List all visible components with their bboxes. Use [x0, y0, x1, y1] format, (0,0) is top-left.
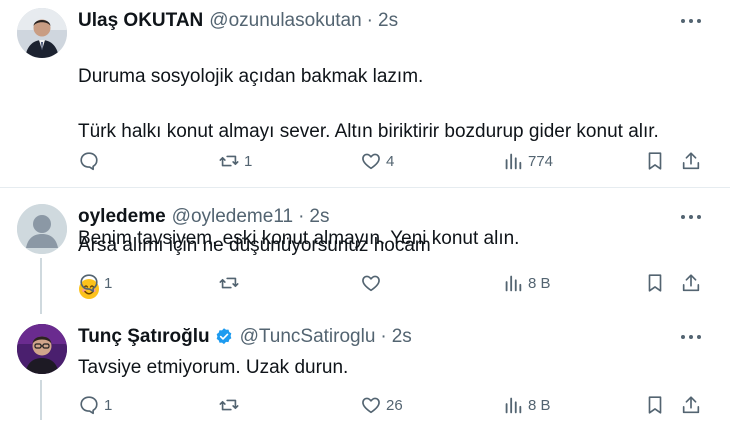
reply-button[interactable]: 1 — [78, 394, 112, 416]
author-name[interactable]: Ulaş OKUTAN — [78, 10, 203, 32]
reply-count: 1 — [104, 396, 113, 414]
views-bar-chart-icon — [505, 275, 522, 292]
retweet-count: 1 — [244, 152, 253, 170]
heart-icon — [362, 397, 380, 414]
views-bar-chart-icon — [505, 397, 522, 414]
tweet-header: oyledeme @oyledeme11 · 2s — [78, 206, 329, 228]
separator-dot: · — [366, 10, 373, 31]
retweet-icon — [219, 155, 239, 167]
bookmark-icon — [648, 274, 662, 292]
more-horizontal-icon[interactable] — [680, 214, 702, 220]
like-button[interactable] — [360, 272, 386, 294]
views-count: 8 B — [528, 396, 551, 414]
author-handle[interactable]: @ozunulasokutan — [209, 10, 361, 32]
author-name[interactable]: Tunç Şatıroğlu — [78, 326, 210, 348]
tweet-header: Ulaş OKUTAN @ozunulasokutan · 2s — [78, 10, 398, 32]
like-button[interactable]: 26 — [360, 394, 403, 416]
heart-icon — [362, 153, 380, 170]
like-count: 26 — [386, 396, 403, 414]
tweet-text: Arsa alımı için ne düşünüyorsunuz hocam — [78, 235, 431, 256]
share-button[interactable] — [680, 272, 702, 294]
like-button[interactable]: 4 — [360, 150, 394, 172]
like-count: 4 — [386, 152, 395, 170]
retweet-button[interactable] — [218, 394, 244, 416]
bookmark-button[interactable] — [644, 272, 666, 294]
share-upload-icon — [682, 396, 700, 414]
more-horizontal-icon[interactable] — [680, 334, 702, 340]
share-upload-icon — [682, 152, 700, 170]
retweet-icon — [219, 277, 239, 289]
share-button[interactable] — [680, 150, 702, 172]
views-button[interactable]: 8 B — [502, 272, 551, 294]
tweet-tunc-satiroglu[interactable]: Tunç Şatıroğlu @TuncSatiroglu · 2s Tavsi… — [0, 312, 730, 420]
tweet-line: Duruma sosyolojik açıdan bakmak lazım. — [78, 66, 424, 87]
tweet-header: Tunç Şatıroğlu @TuncSatiroglu · 2s — [78, 326, 412, 348]
tweet-ulas-okutan[interactable]: Ulaş OKUTAN @ozunulasokutan · 2s Duruma … — [0, 0, 730, 299]
tweet-line: Türk halkı konut almayı sever. Altın bir… — [78, 121, 659, 142]
avatar[interactable] — [17, 324, 67, 374]
tweet-actions: 1 8 B — [0, 272, 730, 300]
bookmark-icon — [648, 152, 662, 170]
reply-bubble-icon — [80, 152, 98, 171]
views-bar-chart-icon — [505, 153, 522, 170]
avatar[interactable] — [17, 8, 67, 58]
heart-icon — [362, 275, 380, 292]
views-count: 8 B — [528, 274, 551, 292]
verified-badge-icon — [214, 327, 234, 347]
tweet-oyledeme[interactable]: oyledeme @oyledeme11 · 2s Arsa alımı içi… — [0, 188, 730, 314]
tweet-actions: 1 4 774 — [0, 150, 730, 178]
share-upload-icon — [682, 274, 700, 292]
views-button[interactable]: 774 — [502, 150, 553, 172]
retweet-button[interactable]: 1 — [218, 150, 252, 172]
timestamp[interactable]: 2s — [392, 326, 412, 348]
separator-dot: · — [380, 326, 387, 347]
avatar[interactable] — [17, 204, 67, 254]
bookmark-button[interactable] — [644, 394, 666, 416]
author-handle[interactable]: @oyledeme11 — [172, 206, 293, 228]
separator-dot: · — [298, 206, 305, 227]
retweet-icon — [219, 399, 239, 411]
share-button[interactable] — [680, 394, 702, 416]
timestamp[interactable]: 2s — [309, 206, 329, 228]
views-count: 774 — [528, 152, 554, 170]
reply-bubble-icon — [80, 274, 98, 293]
tweet-actions: 1 26 8 B — [0, 394, 730, 422]
author-handle[interactable]: @TuncSatiroglu — [240, 326, 376, 348]
bookmark-icon — [648, 396, 662, 414]
author-name[interactable]: oyledeme — [78, 206, 166, 228]
bookmark-button[interactable] — [644, 150, 666, 172]
timestamp[interactable]: 2s — [378, 10, 398, 32]
retweet-button[interactable] — [218, 272, 244, 294]
more-horizontal-icon[interactable] — [680, 18, 702, 24]
reply-button[interactable]: 1 — [78, 272, 112, 294]
views-button[interactable]: 8 B — [502, 394, 551, 416]
reply-count: 1 — [104, 274, 113, 292]
reply-button[interactable] — [78, 150, 104, 172]
reply-bubble-icon — [80, 396, 98, 415]
tweet-text: Tavsiye etmiyorum. Uzak durun. — [78, 357, 349, 378]
